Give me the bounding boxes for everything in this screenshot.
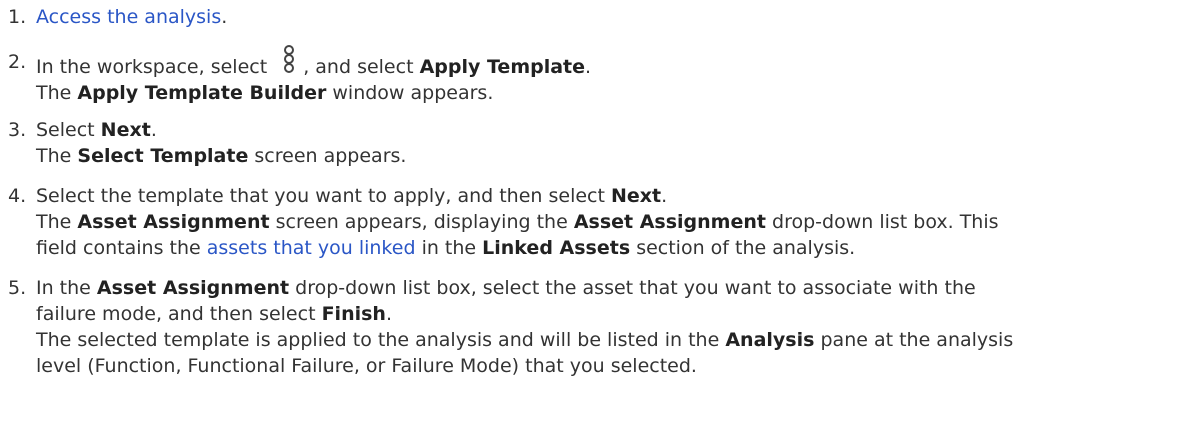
punctuation: . xyxy=(150,119,157,141)
result-text: section of the analysis. xyxy=(636,237,856,259)
analysis-label: Analysis xyxy=(725,329,815,351)
result-text: screen appears, displaying the xyxy=(275,211,568,233)
step-text: drop-down list box, select the asset tha… xyxy=(295,277,976,299)
result-text: The xyxy=(36,82,72,104)
apply-template-builder-label: Apply Template Builder xyxy=(77,82,327,104)
step-number: 5. xyxy=(8,277,27,299)
result-text: The selected template is applied to the … xyxy=(36,329,720,351)
step-text: Select xyxy=(36,119,95,141)
linked-assets-link[interactable]: assets that you linked xyxy=(207,237,416,259)
step-number: 4. xyxy=(8,185,27,207)
linked-assets-label: Linked Assets xyxy=(482,237,631,259)
punctuation: . xyxy=(585,56,592,78)
result-text: drop-down list box. This xyxy=(772,211,999,233)
step-text: failure mode, and then select xyxy=(36,303,316,325)
asset-assignment-label: Asset Assignment xyxy=(573,211,766,233)
step-text: , and select xyxy=(303,56,414,78)
finish-label: Finish xyxy=(321,303,386,325)
result-text: The xyxy=(36,211,72,233)
punctuation: . xyxy=(221,6,228,28)
punctuation: . xyxy=(661,185,668,207)
step-number: 3. xyxy=(8,119,27,141)
step-text: Select the template that you want to app… xyxy=(36,185,605,207)
step-number: 1. xyxy=(8,6,27,28)
result-text: in the xyxy=(421,237,477,259)
next-label: Next xyxy=(100,119,151,141)
result-text: field contains the xyxy=(36,237,201,259)
procedure-steps: 1. Access the analysis. 2. In the worksp… xyxy=(0,0,1182,431)
apply-template-label: Apply Template xyxy=(419,56,586,78)
next-label: Next xyxy=(611,185,662,207)
step-number: 2. xyxy=(8,51,27,73)
select-template-label: Select Template xyxy=(77,145,249,167)
access-analysis-link[interactable]: Access the analysis xyxy=(36,6,221,28)
step-text: In the xyxy=(36,277,91,299)
result-text: screen appears. xyxy=(254,145,407,167)
punctuation: . xyxy=(385,303,392,325)
asset-assignment-label: Asset Assignment xyxy=(77,211,270,233)
result-text: pane at the analysis xyxy=(820,329,1014,351)
asset-assignment-label: Asset Assignment xyxy=(96,277,290,299)
result-text: level (Function, Functional Failure, or … xyxy=(36,355,697,377)
result-text: The xyxy=(36,145,72,167)
result-text: window appears. xyxy=(332,82,494,104)
kebab-menu-icon xyxy=(277,45,299,77)
step-text: In the workspace, select xyxy=(36,56,268,78)
